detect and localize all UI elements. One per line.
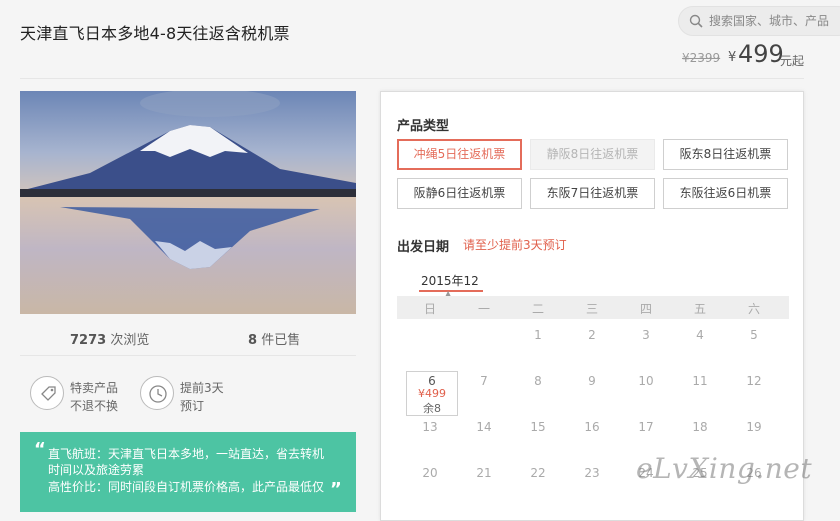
booking-hint: 请至少提前3天预订 bbox=[463, 238, 567, 252]
weekday: 日 bbox=[423, 302, 436, 316]
calendar-day: 11 bbox=[692, 374, 708, 388]
search-input[interactable] bbox=[709, 11, 840, 31]
weekday: 四 bbox=[639, 302, 652, 316]
calendar-day: 22 bbox=[530, 466, 546, 480]
calendar-day: 13 bbox=[422, 420, 438, 434]
tag-icon bbox=[30, 376, 64, 410]
product-type-label: 产品类型 bbox=[397, 119, 450, 134]
calendar-day: 5 bbox=[750, 328, 758, 342]
option-osaka-shizuoka-6day[interactable]: 阪静6日往返机票 bbox=[397, 178, 522, 209]
option-osaka-tokyo-8day[interactable]: 阪东8日往返机票 bbox=[663, 139, 788, 170]
month-tab[interactable]: 2015年12 bbox=[421, 272, 479, 289]
weekday-header: 日 一 二 三 四 五 六 bbox=[397, 296, 789, 319]
calendar-day: 3 bbox=[642, 328, 650, 342]
highlight-line: 直飞航班：天津直飞日本多地，一站直达，省去转机 bbox=[48, 447, 325, 461]
close-quote-icon: ” bbox=[330, 479, 342, 500]
search-icon[interactable] bbox=[689, 14, 703, 28]
open-quote-icon: “ bbox=[34, 439, 46, 460]
calendar-day: 10 bbox=[638, 374, 654, 388]
calendar-day: 18 bbox=[692, 420, 708, 434]
feature-line-1: 特卖产品 bbox=[70, 381, 119, 395]
price-box: ¥2399 ¥ 499 元起 bbox=[680, 40, 810, 70]
feature-line-2: 预订 bbox=[180, 399, 205, 413]
calendar-day: 19 bbox=[746, 420, 762, 434]
feature-line-1: 提前3天 bbox=[180, 381, 224, 395]
feature-list: 特卖产品 不退不换 提前3天 预订 bbox=[20, 370, 356, 420]
calendar-day: 14 bbox=[476, 420, 492, 434]
calendar-day-available[interactable]: 6 ¥499 余8 bbox=[406, 371, 458, 416]
price-suffix: 元起 bbox=[780, 54, 805, 68]
option-tokyo-osaka-6day[interactable]: 东阪往返6日机票 bbox=[663, 178, 788, 209]
current-price: 499 bbox=[738, 40, 784, 68]
product-photo bbox=[20, 91, 356, 314]
weekday: 二 bbox=[531, 302, 544, 316]
calendar-day: 15 bbox=[530, 420, 546, 434]
original-price: ¥2399 bbox=[682, 51, 721, 65]
clock-icon bbox=[140, 376, 174, 410]
top-bar: 天津直飞日本多地4-8天往返含税机票 ¥2399 ¥ 499 元起 bbox=[0, 0, 840, 78]
currency-symbol: ¥ bbox=[728, 50, 737, 65]
day-price: ¥499 bbox=[418, 387, 446, 400]
sold-count: 8 件已售 bbox=[248, 333, 301, 348]
weekday: 六 bbox=[747, 302, 760, 316]
page-title: 天津直飞日本多地4-8天往返含税机票 bbox=[20, 24, 290, 43]
option-tokyo-osaka-7day[interactable]: 东阪7日往返机票 bbox=[530, 178, 655, 209]
search-box[interactable] bbox=[678, 6, 840, 36]
option-okinawa-5day[interactable]: 冲绳5日往返机票 bbox=[397, 139, 522, 170]
header-divider bbox=[20, 78, 804, 79]
day-number: 6 bbox=[428, 374, 436, 388]
calendar-day: 8 bbox=[534, 374, 542, 388]
calendar-day: 1 bbox=[534, 328, 542, 342]
calendar-day: 16 bbox=[584, 420, 600, 434]
weekday: 三 bbox=[585, 302, 598, 316]
calendar-day: 12 bbox=[746, 374, 762, 388]
calendar-day: 4 bbox=[696, 328, 704, 342]
watermark: eLvXing.net bbox=[636, 452, 813, 485]
view-count: 7273 次浏览 bbox=[70, 333, 150, 348]
highlights-box: “ 直飞航班：天津直飞日本多地，一站直达，省去转机 时间以及旅途劳累 高性价比：… bbox=[20, 432, 356, 512]
calendar-day: 20 bbox=[422, 466, 438, 480]
calendar-day: 23 bbox=[584, 466, 600, 480]
weekday: 五 bbox=[693, 302, 706, 316]
calendar-day: 17 bbox=[638, 420, 654, 434]
departure-date-label: 出发日期 bbox=[397, 240, 450, 255]
weekday: 一 bbox=[477, 302, 490, 316]
mount-fuji-image bbox=[20, 91, 356, 314]
calendar-day: 2 bbox=[588, 328, 596, 342]
highlight-line: 高性价比：同时间段自订机票价格高，此产品最低仅 bbox=[48, 480, 325, 494]
feature-line-2: 不退不换 bbox=[70, 399, 119, 413]
day-remaining: 余8 bbox=[423, 402, 441, 415]
highlight-line: 时间以及旅途劳累 bbox=[48, 463, 145, 477]
calendar-day: 9 bbox=[588, 374, 596, 388]
calendar-day: 21 bbox=[476, 466, 492, 480]
option-shizuoka-osaka-8day[interactable]: 静阪8日往返机票 bbox=[530, 139, 655, 170]
product-stats: 7273 次浏览 8 件已售 bbox=[20, 318, 356, 356]
calendar-day: 7 bbox=[480, 374, 488, 388]
